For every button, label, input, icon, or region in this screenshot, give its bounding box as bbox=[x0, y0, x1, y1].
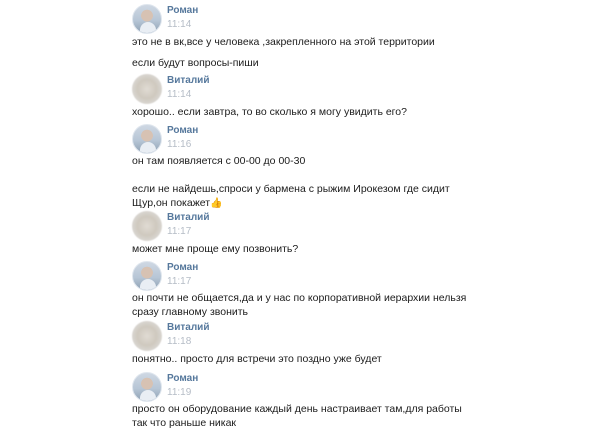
thumbs-up-icon: 👍 bbox=[210, 198, 223, 209]
message-text: может мне проще ему позвонить? bbox=[132, 243, 299, 255]
message-time: 11:18 bbox=[167, 336, 192, 347]
avatar[interactable] bbox=[132, 124, 162, 154]
message-header: Роман 11:16 bbox=[132, 124, 572, 158]
author-name[interactable]: Виталий bbox=[167, 322, 209, 334]
author-name[interactable]: Роман bbox=[167, 262, 198, 274]
message-time: 11:17 bbox=[167, 276, 192, 287]
message-text-content: если не найдешь,спроси у бармена с рыжим… bbox=[132, 183, 450, 209]
message-header: Виталий 11:14 bbox=[132, 74, 572, 108]
message-text: он там появляется с 00-00 до 00-30 bbox=[132, 155, 306, 167]
message-time: 11:17 bbox=[167, 226, 192, 237]
avatar[interactable] bbox=[132, 372, 162, 402]
avatar[interactable] bbox=[132, 74, 162, 104]
avatar[interactable] bbox=[132, 261, 162, 291]
author-name[interactable]: Роман bbox=[167, 5, 198, 17]
message-header: Виталий 11:18 bbox=[132, 321, 572, 355]
avatar[interactable] bbox=[132, 211, 162, 241]
message-header: Роман 11:14 bbox=[132, 4, 572, 38]
message-header: Роман 11:17 bbox=[132, 261, 572, 295]
author-name[interactable]: Роман bbox=[167, 125, 198, 137]
message-time: 11:19 bbox=[167, 387, 192, 398]
author-name[interactable]: Виталий bbox=[167, 75, 209, 87]
message-text: он почти не общается,да и у нас по корпо… bbox=[132, 292, 467, 318]
message-text: хорошо.. если завтра, то во сколько я мо… bbox=[132, 106, 407, 118]
avatar[interactable] bbox=[132, 4, 162, 34]
message-time: 11:14 bbox=[167, 19, 192, 30]
message-text: понятно.. просто для встречи это поздно … bbox=[132, 353, 382, 365]
message-text: если будут вопросы-пиши bbox=[132, 57, 259, 69]
message-time: 11:16 bbox=[167, 139, 192, 150]
message-header: Виталий 11:17 bbox=[132, 211, 572, 245]
message-text: просто он оборудование каждый день настр… bbox=[132, 403, 462, 429]
message-text: это не в вк,все у человека ,закрепленног… bbox=[132, 36, 435, 48]
message-text: если не найдешь,спроси у бармена с рыжим… bbox=[132, 182, 572, 210]
chat-history: Роман 11:14 это не в вк,все у человека ,… bbox=[0, 0, 600, 429]
author-name[interactable]: Роман bbox=[167, 373, 198, 385]
message-time: 11:14 bbox=[167, 89, 192, 100]
message-header: Роман 11:19 bbox=[132, 372, 572, 406]
avatar[interactable] bbox=[132, 321, 162, 351]
author-name[interactable]: Виталий bbox=[167, 212, 209, 224]
